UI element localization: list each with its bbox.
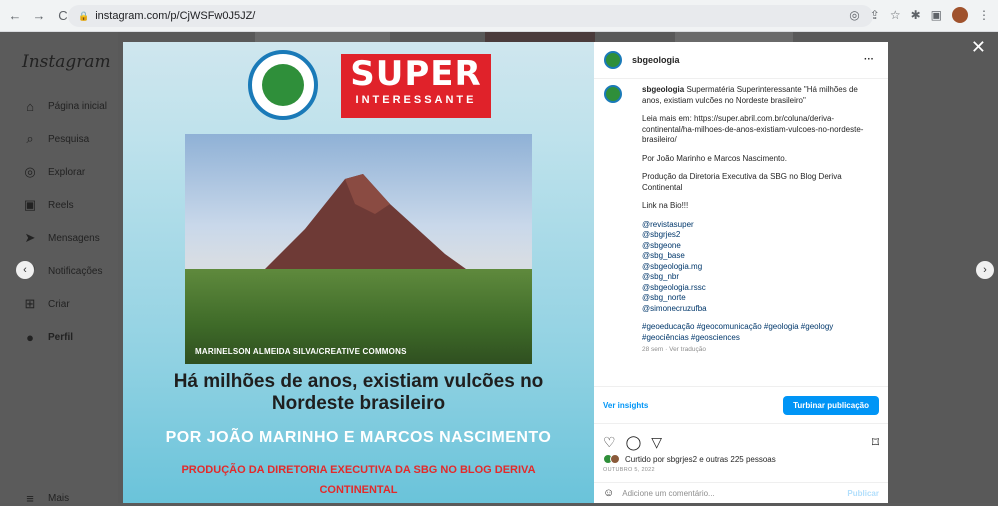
instagram-logo[interactable]: Instagram xyxy=(22,52,111,72)
sidebar-item-more[interactable]: ≡ Mais xyxy=(22,490,69,506)
post-actions: ♡ ◯ ▽ ⌑ xyxy=(603,434,879,451)
post-date: OUTUBRO 5, 2022 xyxy=(603,467,655,473)
mention-link[interactable]: @sbg_nbr xyxy=(642,272,679,281)
create-icon: ⊞ xyxy=(24,296,36,311)
sidebar-item-label: Criar xyxy=(48,298,70,310)
caption-link-text: Leia mais em: https://super.abril.com.br… xyxy=(642,114,864,144)
mention-link[interactable]: @revistasuper xyxy=(642,220,694,229)
post-image[interactable]: SUPER INTERESSANTE MARINELSON ALMEIDA SI… xyxy=(123,42,594,503)
extensions-icon[interactable]: ✱ xyxy=(911,8,921,22)
super-interessante-logo: SUPER INTERESSANTE xyxy=(341,54,491,118)
super-logo-subtitle: INTERESSANTE xyxy=(355,94,477,106)
mention-link[interactable]: @simonecruzufba xyxy=(642,304,707,313)
hashtag-links[interactable]: #geoeducação #geocomunicação #geologia #… xyxy=(642,322,879,343)
google-lens-icon[interactable]: ◎ xyxy=(849,8,859,22)
volcano-photo: MARINELSON ALMEIDA SILVA/CREATIVE COMMON… xyxy=(185,134,532,364)
mention-link[interactable]: @sbgeone xyxy=(642,241,681,250)
menu-icon: ≡ xyxy=(26,490,34,506)
insights-row: Ver insights Turbinar publicação xyxy=(594,386,888,424)
avatar[interactable] xyxy=(604,51,622,69)
sidebar-item-notifications[interactable]: ♡ Notificações xyxy=(22,263,102,279)
compass-icon: ◎ xyxy=(24,164,36,179)
caption-bio: Link na Bio!!! xyxy=(642,201,689,210)
publish-button[interactable]: Publicar xyxy=(847,489,879,498)
sbg-seal-logo xyxy=(248,50,318,120)
mention-link[interactable]: @sbg_norte xyxy=(642,293,686,302)
sidebar-item-explore[interactable]: ◎ Explorar xyxy=(22,164,85,180)
avatar[interactable] xyxy=(604,85,622,103)
sidebar-item-label: Mensagens xyxy=(48,232,100,244)
comment-input[interactable]: Adicione um comentário... xyxy=(622,489,715,498)
caption-authors: Por João Marinho e Marcos Nascimento. xyxy=(642,153,787,163)
forward-icon[interactable]: → xyxy=(30,7,48,25)
sidebar-item-label: Explorar xyxy=(48,166,86,178)
comment-icon[interactable]: ◯ xyxy=(626,434,642,451)
post-authors: POR JOÃO MARINHO E MARCOS NASCIMENTO xyxy=(165,429,552,446)
profile-icon: ● xyxy=(26,329,34,345)
post-production: PRODUÇÃO DA DIRETORIA EXECUTIVA DA SBG N… xyxy=(181,464,536,496)
photo-credit: MARINELSON ALMEIDA SILVA/CREATIVE COMMON… xyxy=(195,347,407,356)
post-caption: sbgeologia Supermatéria Superinteressant… xyxy=(604,85,879,364)
url-text: instagram.com/p/CjWSFw0J5JZ/ xyxy=(95,10,256,22)
back-icon[interactable]: ← xyxy=(6,7,24,25)
lock-icon[interactable]: 🔒 xyxy=(78,11,89,22)
super-logo-title: SUPER xyxy=(350,54,482,94)
comment-box: ☺ Adicione um comentário... Publicar xyxy=(594,482,888,503)
mention-link[interactable]: @sbgrjes2 xyxy=(642,230,680,239)
close-icon[interactable]: ✕ xyxy=(971,37,986,58)
more-options-icon[interactable]: ··· xyxy=(864,54,874,65)
search-icon: ⌕ xyxy=(26,131,34,146)
sidebar-item-label: Pesquisa xyxy=(48,133,90,145)
profile-avatar[interactable] xyxy=(952,7,968,23)
like-icon[interactable]: ♡ xyxy=(603,434,616,451)
messages-icon: ➤ xyxy=(24,230,36,245)
avatar xyxy=(610,454,620,464)
post-details-panel: sbgeologia ··· sbgeologia Supermatéria S… xyxy=(594,42,888,503)
share-icon[interactable]: ⇪ xyxy=(870,8,880,22)
sidebar-item-label: Reels xyxy=(48,199,74,211)
post-header: sbgeologia ··· xyxy=(594,42,888,79)
share-icon[interactable]: ▽ xyxy=(651,434,662,451)
view-insights-link[interactable]: Ver insights xyxy=(603,401,648,410)
home-icon: ⌂ xyxy=(26,98,34,114)
side-panel-icon[interactable]: ▣ xyxy=(931,8,942,22)
sidebar-item-home[interactable]: ⌂ Página inicial xyxy=(22,98,107,114)
previous-post-icon[interactable]: ‹ xyxy=(16,261,34,279)
boost-post-button[interactable]: Turbinar publicação xyxy=(783,395,879,415)
next-post-icon[interactable]: › xyxy=(976,261,994,279)
browser-toolbar: ← → C 🔒 instagram.com/p/CjWSFw0J5JZ/ ◎ ⇪… xyxy=(0,0,998,32)
sidebar-item-label: Mais xyxy=(48,492,70,504)
menu-icon[interactable]: ⋮ xyxy=(978,8,990,22)
likes-text: Curtido por sbgrjes2 e outras 225 pessoa… xyxy=(625,454,776,464)
mention-link[interactable]: @sbgeologia.rssc xyxy=(642,283,706,292)
bookmark-star-icon[interactable]: ☆ xyxy=(890,8,901,22)
save-bookmark-icon[interactable]: ⌑ xyxy=(872,434,879,451)
likes-summary[interactable]: Curtido por sbgrjes2 e outras 225 pessoa… xyxy=(603,454,776,464)
sidebar-item-label: Página inicial xyxy=(48,100,107,112)
sidebar-item-search[interactable]: ⌕ Pesquisa xyxy=(22,131,89,147)
sidebar-item-label: Perfil xyxy=(48,331,74,343)
post-headline: Há milhões de anos, existiam vulcões no … xyxy=(173,371,544,414)
sidebar-item-reels[interactable]: ▣ Reels xyxy=(22,197,74,213)
mention-link[interactable]: @sbg_base xyxy=(642,251,685,260)
caption-production: Produção da Diretoria Executiva da SBG n… xyxy=(642,172,842,192)
sidebar-item-messages[interactable]: ➤ Mensagens xyxy=(22,230,100,246)
caption-username[interactable]: sbgeologia xyxy=(642,85,684,94)
address-bar[interactable]: 🔒 instagram.com/p/CjWSFw0J5JZ/ xyxy=(68,5,873,27)
mention-link[interactable]: @sbgeologia.mg xyxy=(642,262,702,271)
sidebar-item-create[interactable]: ⊞ Criar xyxy=(22,296,70,312)
sidebar-item-label: Notificações xyxy=(48,265,103,277)
caption-meta[interactable]: 28 sem · Ver tradução xyxy=(642,345,879,356)
sidebar-item-profile[interactable]: ● Perfil xyxy=(22,329,73,345)
emoji-icon[interactable]: ☺ xyxy=(603,487,614,499)
page-backdrop[interactable]: Instagram ⌂ Página inicial ⌕ Pesquisa ◎ … xyxy=(0,32,998,506)
reels-icon: ▣ xyxy=(23,197,37,212)
username-link[interactable]: sbgeologia xyxy=(632,55,680,65)
